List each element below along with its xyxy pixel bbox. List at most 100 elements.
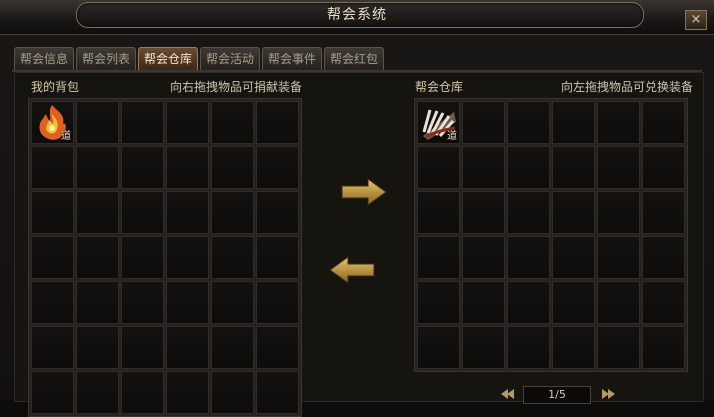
inventory-slot[interactable] — [121, 371, 164, 414]
inventory-slot[interactable] — [166, 146, 209, 189]
inventory-slot[interactable] — [597, 236, 640, 279]
inventory-slot[interactable] — [211, 146, 254, 189]
inventory-slot[interactable] — [462, 326, 505, 369]
inventory-slot[interactable] — [462, 191, 505, 234]
inventory-slot[interactable] — [552, 101, 595, 144]
inventory-slot[interactable] — [507, 326, 550, 369]
warehouse-hint: 向左拖拽物品可兑换装备 — [561, 80, 694, 94]
title-bar[interactable]: 帮会系统 × — [0, 0, 714, 35]
tab-guild-list[interactable]: 帮会列表 — [76, 47, 136, 70]
inventory-slot[interactable] — [642, 101, 685, 144]
close-button[interactable]: × — [685, 10, 707, 30]
inventory-slot[interactable] — [597, 281, 640, 324]
inventory-slot[interactable] — [76, 191, 119, 234]
inventory-slot[interactable] — [76, 326, 119, 369]
inventory-slot[interactable] — [642, 146, 685, 189]
tab-guild-warehouse[interactable]: 帮会仓库 — [138, 47, 198, 70]
inventory-slot[interactable] — [507, 281, 550, 324]
inventory-slot[interactable] — [552, 281, 595, 324]
item-tag: 道 — [61, 131, 71, 142]
inventory-slot[interactable] — [211, 236, 254, 279]
inventory-slot[interactable] — [256, 191, 299, 234]
inventory-slot[interactable] — [166, 101, 209, 144]
next-page-icon[interactable] — [600, 388, 616, 400]
inventory-slot[interactable] — [642, 281, 685, 324]
inventory-slot[interactable] — [121, 236, 164, 279]
inventory-slot[interactable] — [417, 191, 460, 234]
tab-guild-info[interactable]: 帮会信息 — [14, 47, 74, 70]
inventory-slot[interactable]: 道 — [31, 101, 74, 144]
bag-grid: 道 — [28, 98, 302, 417]
inventory-slot[interactable] — [507, 191, 550, 234]
inventory-slot[interactable] — [462, 281, 505, 324]
inventory-slot[interactable] — [166, 236, 209, 279]
inventory-slot[interactable] — [31, 146, 74, 189]
inventory-slot[interactable] — [642, 191, 685, 234]
inventory-slot[interactable] — [166, 326, 209, 369]
inventory-slot[interactable] — [211, 326, 254, 369]
inventory-slot[interactable] — [256, 326, 299, 369]
inventory-slot[interactable] — [597, 146, 640, 189]
inventory-slot[interactable] — [256, 236, 299, 279]
inventory-slot[interactable] — [417, 326, 460, 369]
inventory-slot[interactable] — [211, 101, 254, 144]
warehouse-title: 帮会仓库 — [415, 80, 464, 94]
inventory-slot[interactable] — [462, 101, 505, 144]
exchange-left-arrow-icon[interactable] — [328, 255, 376, 285]
inventory-slot[interactable] — [211, 191, 254, 234]
inventory-slot[interactable] — [31, 236, 74, 279]
inventory-slot[interactable] — [121, 326, 164, 369]
tab-guild-events[interactable]: 帮会事件 — [262, 47, 322, 70]
inventory-slot[interactable] — [417, 281, 460, 324]
inventory-slot[interactable] — [597, 326, 640, 369]
bag-hint: 向右拖拽物品可捐献装备 — [170, 80, 303, 94]
inventory-slot[interactable] — [211, 281, 254, 324]
inventory-slot[interactable] — [507, 236, 550, 279]
inventory-slot[interactable] — [417, 146, 460, 189]
inventory-slot[interactable] — [256, 101, 299, 144]
bag-title: 我的背包 — [31, 80, 80, 94]
inventory-slot[interactable] — [507, 101, 550, 144]
inventory-slot[interactable]: 道 — [417, 101, 460, 144]
inventory-slot[interactable] — [166, 191, 209, 234]
inventory-slot[interactable] — [256, 371, 299, 414]
inventory-slot[interactable] — [76, 281, 119, 324]
inventory-slot[interactable] — [166, 281, 209, 324]
inventory-slot[interactable] — [597, 191, 640, 234]
inventory-slot[interactable] — [76, 146, 119, 189]
inventory-slot[interactable] — [642, 326, 685, 369]
item-tag: 道 — [447, 131, 457, 142]
inventory-slot[interactable] — [121, 101, 164, 144]
inventory-slot[interactable] — [552, 146, 595, 189]
inventory-slot[interactable] — [31, 191, 74, 234]
inventory-slot[interactable] — [642, 236, 685, 279]
inventory-slot[interactable] — [552, 236, 595, 279]
donate-right-arrow-icon[interactable] — [340, 177, 388, 207]
inventory-slot[interactable] — [121, 191, 164, 234]
inventory-slot[interactable] — [597, 101, 640, 144]
tab-guild-activity[interactable]: 帮会活动 — [200, 47, 260, 70]
guild-window: 帮会系统 × 帮会信息 帮会列表 帮会仓库 帮会活动 帮会事件 帮会红包 我的背… — [0, 0, 714, 417]
inventory-slot[interactable] — [552, 326, 595, 369]
inventory-slot[interactable] — [462, 146, 505, 189]
inventory-slot[interactable] — [552, 191, 595, 234]
warehouse-grid: 道 — [414, 98, 688, 372]
inventory-slot[interactable] — [256, 146, 299, 189]
inventory-slot[interactable] — [211, 371, 254, 414]
inventory-slot[interactable] — [31, 281, 74, 324]
inventory-slot[interactable] — [31, 371, 74, 414]
page-indicator: 1/5 — [523, 386, 591, 404]
inventory-slot[interactable] — [166, 371, 209, 414]
inventory-slot[interactable] — [121, 281, 164, 324]
inventory-slot[interactable] — [76, 101, 119, 144]
inventory-slot[interactable] — [256, 281, 299, 324]
inventory-slot[interactable] — [31, 326, 74, 369]
inventory-slot[interactable] — [121, 146, 164, 189]
prev-page-icon[interactable] — [500, 388, 516, 400]
inventory-slot[interactable] — [462, 236, 505, 279]
tab-guild-red-packet[interactable]: 帮会红包 — [324, 47, 384, 70]
inventory-slot[interactable] — [507, 146, 550, 189]
inventory-slot[interactable] — [417, 236, 460, 279]
inventory-slot[interactable] — [76, 236, 119, 279]
inventory-slot[interactable] — [76, 371, 119, 414]
